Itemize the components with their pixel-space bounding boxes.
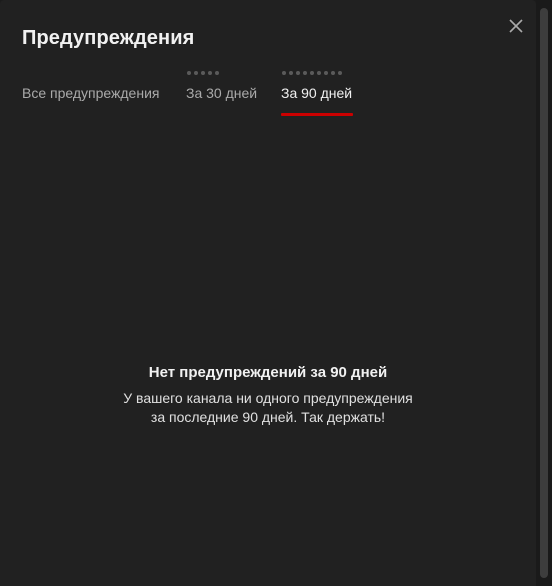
empty-state-message: У вашего канала ни одного предупреждения… bbox=[78, 389, 458, 427]
close-icon bbox=[509, 19, 523, 33]
close-button[interactable] bbox=[504, 14, 528, 38]
tab-all-strikes[interactable]: Все предупреждения bbox=[22, 68, 166, 118]
tab-dots bbox=[187, 71, 219, 75]
tab-label: Все предупреждения bbox=[22, 85, 160, 101]
tab-label: За 90 дней bbox=[281, 85, 353, 101]
tab-label: За 30 дней bbox=[186, 85, 258, 101]
empty-state-title: Нет предупреждений за 90 дней bbox=[148, 364, 388, 381]
active-tab-indicator bbox=[281, 113, 353, 116]
tab-dots bbox=[282, 71, 342, 75]
empty-state: Нет предупреждений за 90 дней У вашего к… bbox=[0, 364, 536, 427]
empty-state-line-2: за последние 90 дней. Так держать! bbox=[150, 409, 386, 425]
tab-30-days[interactable]: За 30 дней bbox=[186, 68, 260, 118]
strikes-dialog: Предупреждения Все предупреждения За 30 … bbox=[0, 0, 536, 586]
empty-state-line-1: У вашего канала ни одного предупреждения bbox=[123, 390, 413, 406]
tab-90-days[interactable]: За 90 дней bbox=[281, 68, 353, 118]
scrollbar-thumb[interactable] bbox=[540, 8, 548, 578]
dialog-title: Предупреждения bbox=[22, 27, 195, 49]
